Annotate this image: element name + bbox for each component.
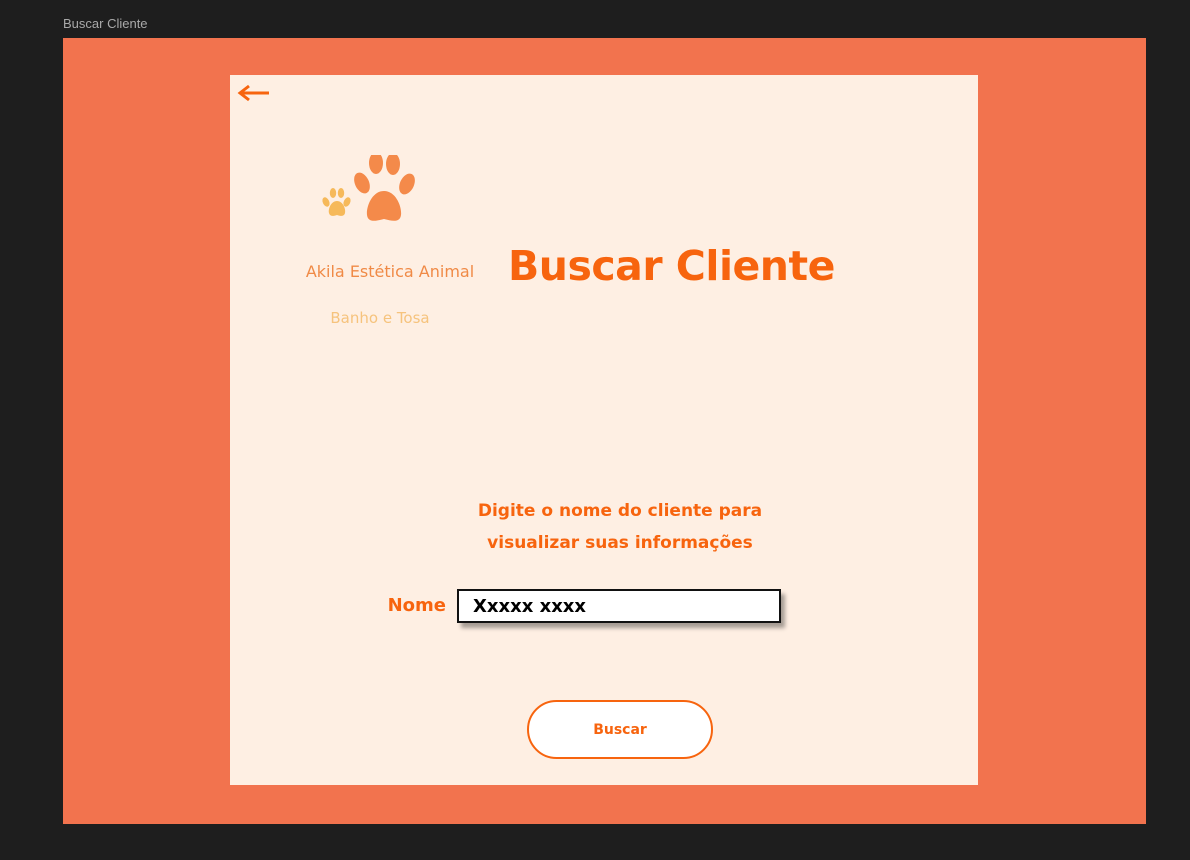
paw-prints-icon: [322, 155, 415, 221]
brand-tagline: Banho e Tosa: [330, 309, 430, 327]
name-label: Nome: [387, 595, 446, 616]
app-frame: Akila Estética Animal Banho e Tosa Busca…: [63, 38, 1146, 824]
brand-name: Akila Estética Animal: [305, 262, 475, 281]
frame-title: Buscar Cliente: [63, 16, 148, 31]
back-arrow-icon[interactable]: [235, 83, 271, 103]
instruction-line-2: visualizar suas informações: [487, 533, 753, 553]
content-card: Akila Estética Animal Banho e Tosa Busca…: [230, 75, 978, 785]
search-instruction: Digite o nome do cliente para visualizar…: [400, 495, 840, 559]
page-title: Buscar Cliente: [508, 242, 835, 290]
name-input[interactable]: [457, 589, 781, 623]
instruction-line-1: Digite o nome do cliente para: [477, 501, 763, 521]
search-button[interactable]: Buscar: [527, 700, 713, 759]
